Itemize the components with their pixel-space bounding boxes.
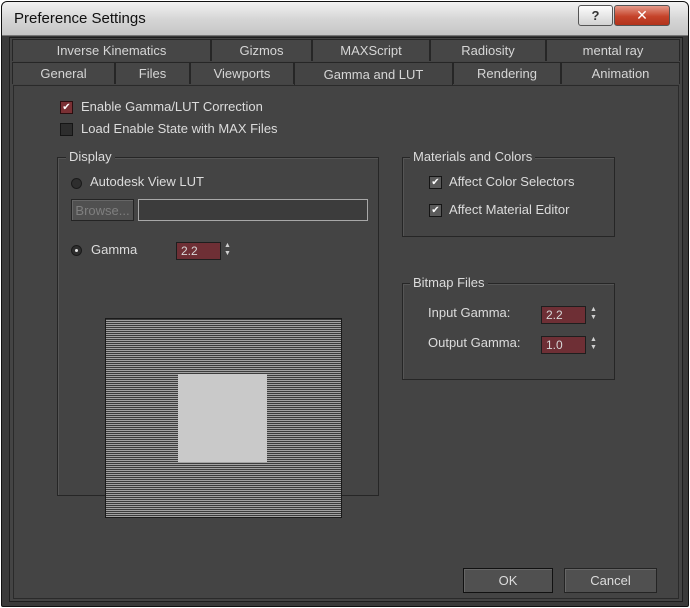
gamma-spinner-field[interactable]: 2.2 (176, 242, 221, 260)
autodesk-lut-radio[interactable] (71, 178, 82, 189)
affect-color-selectors-label: Affect Color Selectors (449, 174, 575, 189)
affect-material-editor-checkbox[interactable]: ✔ (429, 204, 442, 217)
output-gamma-spinner[interactable]: ▲ ▼ (588, 336, 599, 354)
input-gamma-label: Input Gamma: (428, 305, 511, 320)
input-gamma-spinner[interactable]: ▲ ▼ (588, 306, 599, 324)
tab-animation[interactable]: Animation (561, 62, 680, 84)
materials-colors-title: Materials and Colors (410, 149, 536, 164)
lut-path-field[interactable] (138, 199, 368, 221)
preference-settings-window: Preference Settings ? ✕ Inverse Kinemati… (1, 1, 689, 607)
affect-material-editor-label: Affect Material Editor (449, 202, 570, 217)
tab-inverse-kinematics[interactable]: Inverse Kinematics (12, 39, 211, 61)
tab-gizmos[interactable]: Gizmos (211, 39, 312, 61)
gamma-lut-panel: ✔ Enable Gamma/LUT Correction Load Enabl… (13, 85, 679, 599)
tab-files[interactable]: Files (115, 62, 190, 84)
tab-viewports[interactable]: Viewports (190, 62, 294, 84)
window-title: Preference Settings (14, 10, 146, 27)
gamma-radio[interactable] (71, 245, 82, 256)
enable-gamma-label: Enable Gamma/LUT Correction (81, 99, 263, 114)
bitmap-files-title: Bitmap Files (410, 275, 488, 290)
load-enable-state-checkbox[interactable] (60, 123, 73, 136)
ok-button[interactable]: OK (463, 568, 553, 593)
tab-radiosity[interactable]: Radiosity (430, 39, 546, 61)
output-gamma-label: Output Gamma: (428, 335, 521, 350)
dialog-client: Inverse Kinematics Gizmos MAXScript Radi… (9, 37, 683, 602)
output-gamma-field[interactable]: 1.0 (541, 336, 586, 354)
enable-gamma-checkbox[interactable]: ✔ (60, 101, 73, 114)
tab-gamma-and-lut[interactable]: Gamma and LUT (294, 62, 453, 86)
bitmap-files-group (402, 283, 615, 380)
close-button[interactable]: ✕ (614, 5, 670, 26)
load-enable-state-label: Load Enable State with MAX Files (81, 121, 278, 136)
browse-button[interactable]: Browse... (71, 199, 134, 221)
materials-colors-group (402, 157, 615, 237)
gamma-preview-pattern (105, 318, 342, 518)
input-gamma-field[interactable]: 2.2 (541, 306, 586, 324)
help-button[interactable]: ? (578, 5, 613, 26)
title-bar[interactable]: Preference Settings ? ✕ (2, 2, 688, 36)
tab-rendering[interactable]: Rendering (453, 62, 561, 84)
gamma-label: Gamma (91, 242, 138, 257)
affect-color-selectors-checkbox[interactable]: ✔ (429, 176, 442, 189)
gamma-preview-square (178, 374, 267, 462)
tab-maxscript[interactable]: MAXScript (312, 39, 430, 61)
cancel-button[interactable]: Cancel (564, 568, 657, 593)
autodesk-lut-label: Autodesk View LUT (90, 174, 204, 189)
tab-mental-ray[interactable]: mental ray (546, 39, 680, 61)
gamma-spinner-arrows[interactable]: ▲ ▼ (222, 242, 233, 260)
display-group-title: Display (66, 149, 115, 164)
tab-general[interactable]: General (12, 62, 115, 84)
